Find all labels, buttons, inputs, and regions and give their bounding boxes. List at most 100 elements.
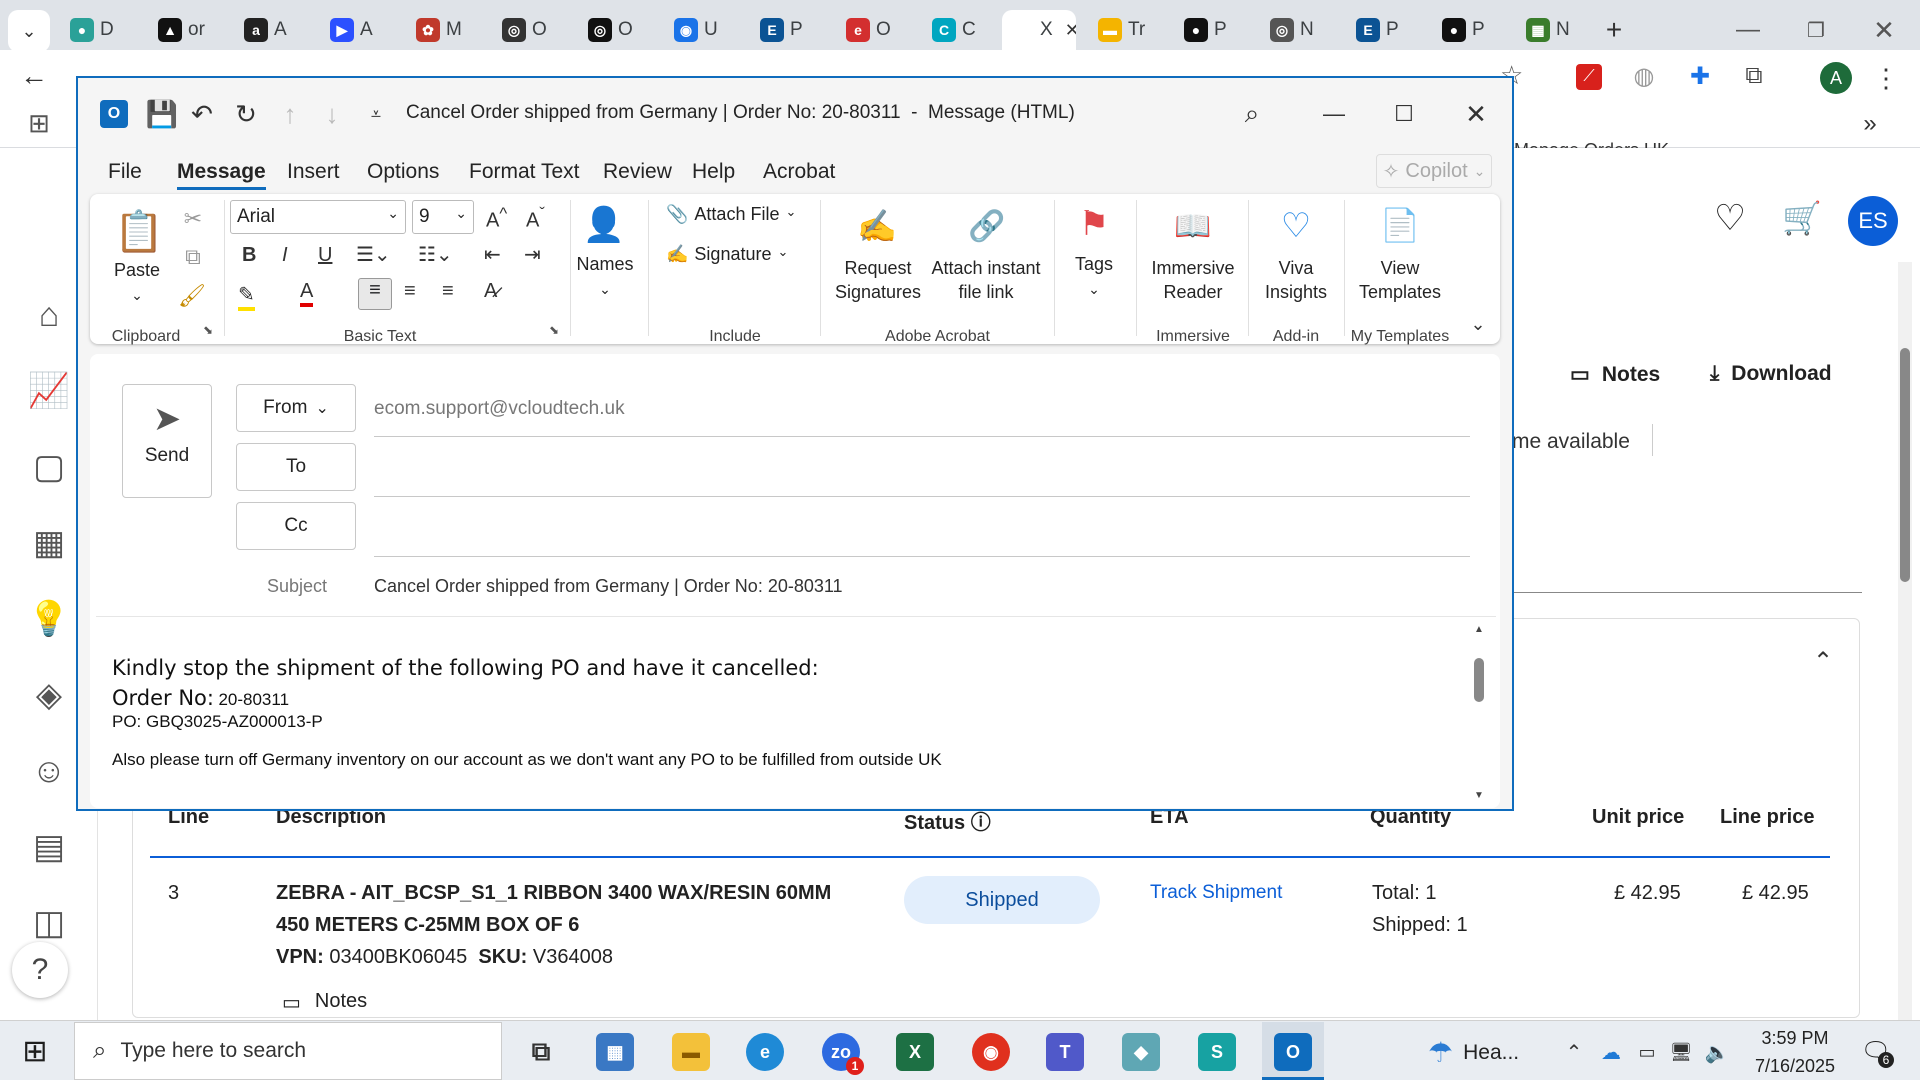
view-templates-button[interactable]: View Templates xyxy=(1352,256,1448,304)
viva-insights-icon[interactable]: ♡ xyxy=(1274,204,1318,248)
user-avatar[interactable]: ES xyxy=(1848,196,1898,246)
menu-message[interactable]: Message xyxy=(177,160,266,190)
zoom-icon[interactable]: zo 1 xyxy=(822,1033,864,1075)
bag-icon[interactable]: ◫ xyxy=(26,900,72,946)
underline-icon[interactable]: U xyxy=(318,244,332,267)
browser-tab[interactable]: ◎ O xyxy=(580,10,662,50)
scroll-thumb[interactable] xyxy=(1900,348,1910,582)
send-button[interactable]: ➤ Send xyxy=(122,384,212,498)
browser-tab[interactable]: ● P xyxy=(1176,10,1258,50)
align-center-icon[interactable]: ≡ xyxy=(404,280,416,303)
grow-font-icon[interactable]: A^ xyxy=(486,204,507,233)
italic-icon[interactable]: I xyxy=(282,244,288,267)
flag-icon[interactable]: ⚑ xyxy=(1074,202,1114,246)
building-icon[interactable]: ▦ xyxy=(26,520,72,566)
names-icon[interactable]: 👤 xyxy=(583,202,625,248)
attach-instant-link-button[interactable]: Attach instant file link xyxy=(926,256,1046,304)
menu-help[interactable]: Help xyxy=(692,160,735,184)
browser-tab[interactable]: ◎ O xyxy=(494,10,576,50)
weather-widget[interactable]: ☂ Hea... xyxy=(1428,1036,1519,1069)
apps-grid-icon[interactable]: ⊞ xyxy=(24,108,54,138)
app-diamond-icon[interactable]: ◆ xyxy=(1122,1033,1160,1071)
tab-close-icon[interactable]: ✕ xyxy=(1065,20,1076,41)
extensions-icon[interactable]: ⧉ xyxy=(1740,62,1768,90)
redo-icon[interactable]: ↻ xyxy=(230,98,262,130)
notes-button[interactable]: ▭ Notes xyxy=(1570,362,1660,387)
onedrive-icon[interactable]: ☁ xyxy=(1598,1040,1624,1064)
browser-tab[interactable]: ◎ N xyxy=(1262,10,1344,50)
names-button[interactable]: Names ⌄ xyxy=(572,252,638,301)
bullets-icon[interactable]: ☰⌄ xyxy=(356,242,391,267)
info-icon[interactable]: ⓘ xyxy=(971,812,991,834)
restore-icon[interactable]: ❐ xyxy=(1798,12,1834,48)
increase-indent-icon[interactable]: ⇥ xyxy=(524,242,541,267)
analytics-icon[interactable]: 📈 xyxy=(26,368,72,414)
file-explorer-icon[interactable]: ▬ xyxy=(672,1033,710,1071)
browser-tab[interactable]: X ✕ xyxy=(1002,10,1076,50)
request-signatures-button[interactable]: Request Signatures xyxy=(828,256,928,304)
paste-icon[interactable]: 📋 xyxy=(114,206,164,256)
menu-options[interactable]: Options xyxy=(367,160,439,184)
highlight-icon[interactable]: ✎ xyxy=(238,282,255,311)
browser-tab[interactable]: ▶ A xyxy=(322,10,404,50)
layers-icon[interactable]: ◈ xyxy=(26,672,72,718)
app-s-icon[interactable]: S xyxy=(1198,1033,1236,1071)
tags-button[interactable]: Tags ⌄ xyxy=(1066,252,1122,301)
browser-tab[interactable]: ▲ or xyxy=(150,10,232,50)
bold-icon[interactable]: B xyxy=(242,244,256,267)
browser-tab[interactable]: ▦ N xyxy=(1518,10,1600,50)
format-painter-icon[interactable]: 🖌 xyxy=(178,282,206,310)
subject-field[interactable]: Cancel Order shipped from Germany | Orde… xyxy=(374,576,843,597)
menu-format-text[interactable]: Format Text xyxy=(469,160,579,184)
excel-icon[interactable]: X xyxy=(896,1033,934,1071)
box-icon[interactable]: ▢ xyxy=(26,444,72,490)
collapse-chevron-icon[interactable]: ⌃ xyxy=(1808,646,1838,676)
more-bookmarks-icon[interactable]: » xyxy=(1856,110,1884,138)
scroll-thumb[interactable] xyxy=(1474,658,1484,702)
browser-tab[interactable]: ◉ U xyxy=(666,10,748,50)
globe-extension-icon[interactable]: ◍ xyxy=(1630,62,1658,90)
dialog-launcher-icon[interactable]: ⬊ xyxy=(546,322,562,338)
back-icon[interactable]: ← xyxy=(14,56,54,96)
compose-scrollbar[interactable]: ▲ ▼ xyxy=(1472,624,1486,804)
browser-tab[interactable]: ● P xyxy=(1434,10,1516,50)
chrome-icon[interactable]: ◉ xyxy=(972,1033,1010,1071)
browser-tab[interactable]: EP xyxy=(752,10,834,50)
up-arrow-icon[interactable]: ↑ xyxy=(274,98,306,130)
attach-link-icon[interactable]: 🔗 xyxy=(962,204,1012,248)
cut-icon[interactable]: ✂ xyxy=(180,206,206,232)
wishlist-heart-icon[interactable]: ♡ xyxy=(1710,197,1750,238)
notifications-icon[interactable]: 🗨 6 xyxy=(1858,1034,1894,1068)
to-button[interactable]: To xyxy=(236,443,356,491)
to-field[interactable] xyxy=(374,446,1470,492)
attach-file-button[interactable]: 📎 Attach File ⌄ xyxy=(666,204,796,225)
home-icon[interactable]: ⌂ xyxy=(26,292,72,338)
undo-icon[interactable]: ↶ xyxy=(186,98,218,130)
clock[interactable]: 3:59 PM 7/16/2025 xyxy=(1742,1024,1848,1080)
search-icon[interactable]: ⌕ xyxy=(1234,96,1270,132)
immersive-reader-button[interactable]: Immersive Reader xyxy=(1148,256,1238,304)
copy-icon[interactable]: ⧉ xyxy=(180,244,206,270)
from-button[interactable]: From ⌄ xyxy=(236,384,356,432)
task-view-icon[interactable]: ⧉ xyxy=(522,1033,560,1071)
paste-button[interactable]: Paste ⌄ xyxy=(112,258,162,307)
browser-tab[interactable]: ✿ M xyxy=(408,10,490,50)
more-menu-icon[interactable]: ⋮ xyxy=(1872,62,1900,94)
puzzle-extension-icon[interactable]: ✚ xyxy=(1686,62,1714,90)
edge-icon[interactable]: e xyxy=(746,1033,784,1071)
cc-button[interactable]: Cc xyxy=(236,502,356,550)
decrease-indent-icon[interactable]: ⇤ xyxy=(484,242,501,267)
font-size-select[interactable]: 9 ⌄ xyxy=(412,200,474,234)
dialog-launcher-icon[interactable]: ⬊ xyxy=(200,322,216,338)
message-body[interactable]: Kindly stop the shipment of the followin… xyxy=(112,656,1452,806)
download-button[interactable]: ⤓ Download xyxy=(1710,362,1832,386)
minimize-icon[interactable]: — xyxy=(1730,12,1766,48)
lightbulb-icon[interactable]: 💡 xyxy=(26,596,72,642)
browser-tab[interactable]: ● D xyxy=(62,10,144,50)
view-templates-icon[interactable]: 📄 xyxy=(1378,202,1422,248)
calendar-icon[interactable]: ▤ xyxy=(26,824,72,870)
browser-tab[interactable]: EP xyxy=(1348,10,1430,50)
tab-search-dropdown[interactable]: ⌄ xyxy=(8,10,50,52)
close-icon[interactable]: ✕ xyxy=(1866,12,1902,48)
cart-icon[interactable]: 🛒 xyxy=(1782,198,1822,238)
